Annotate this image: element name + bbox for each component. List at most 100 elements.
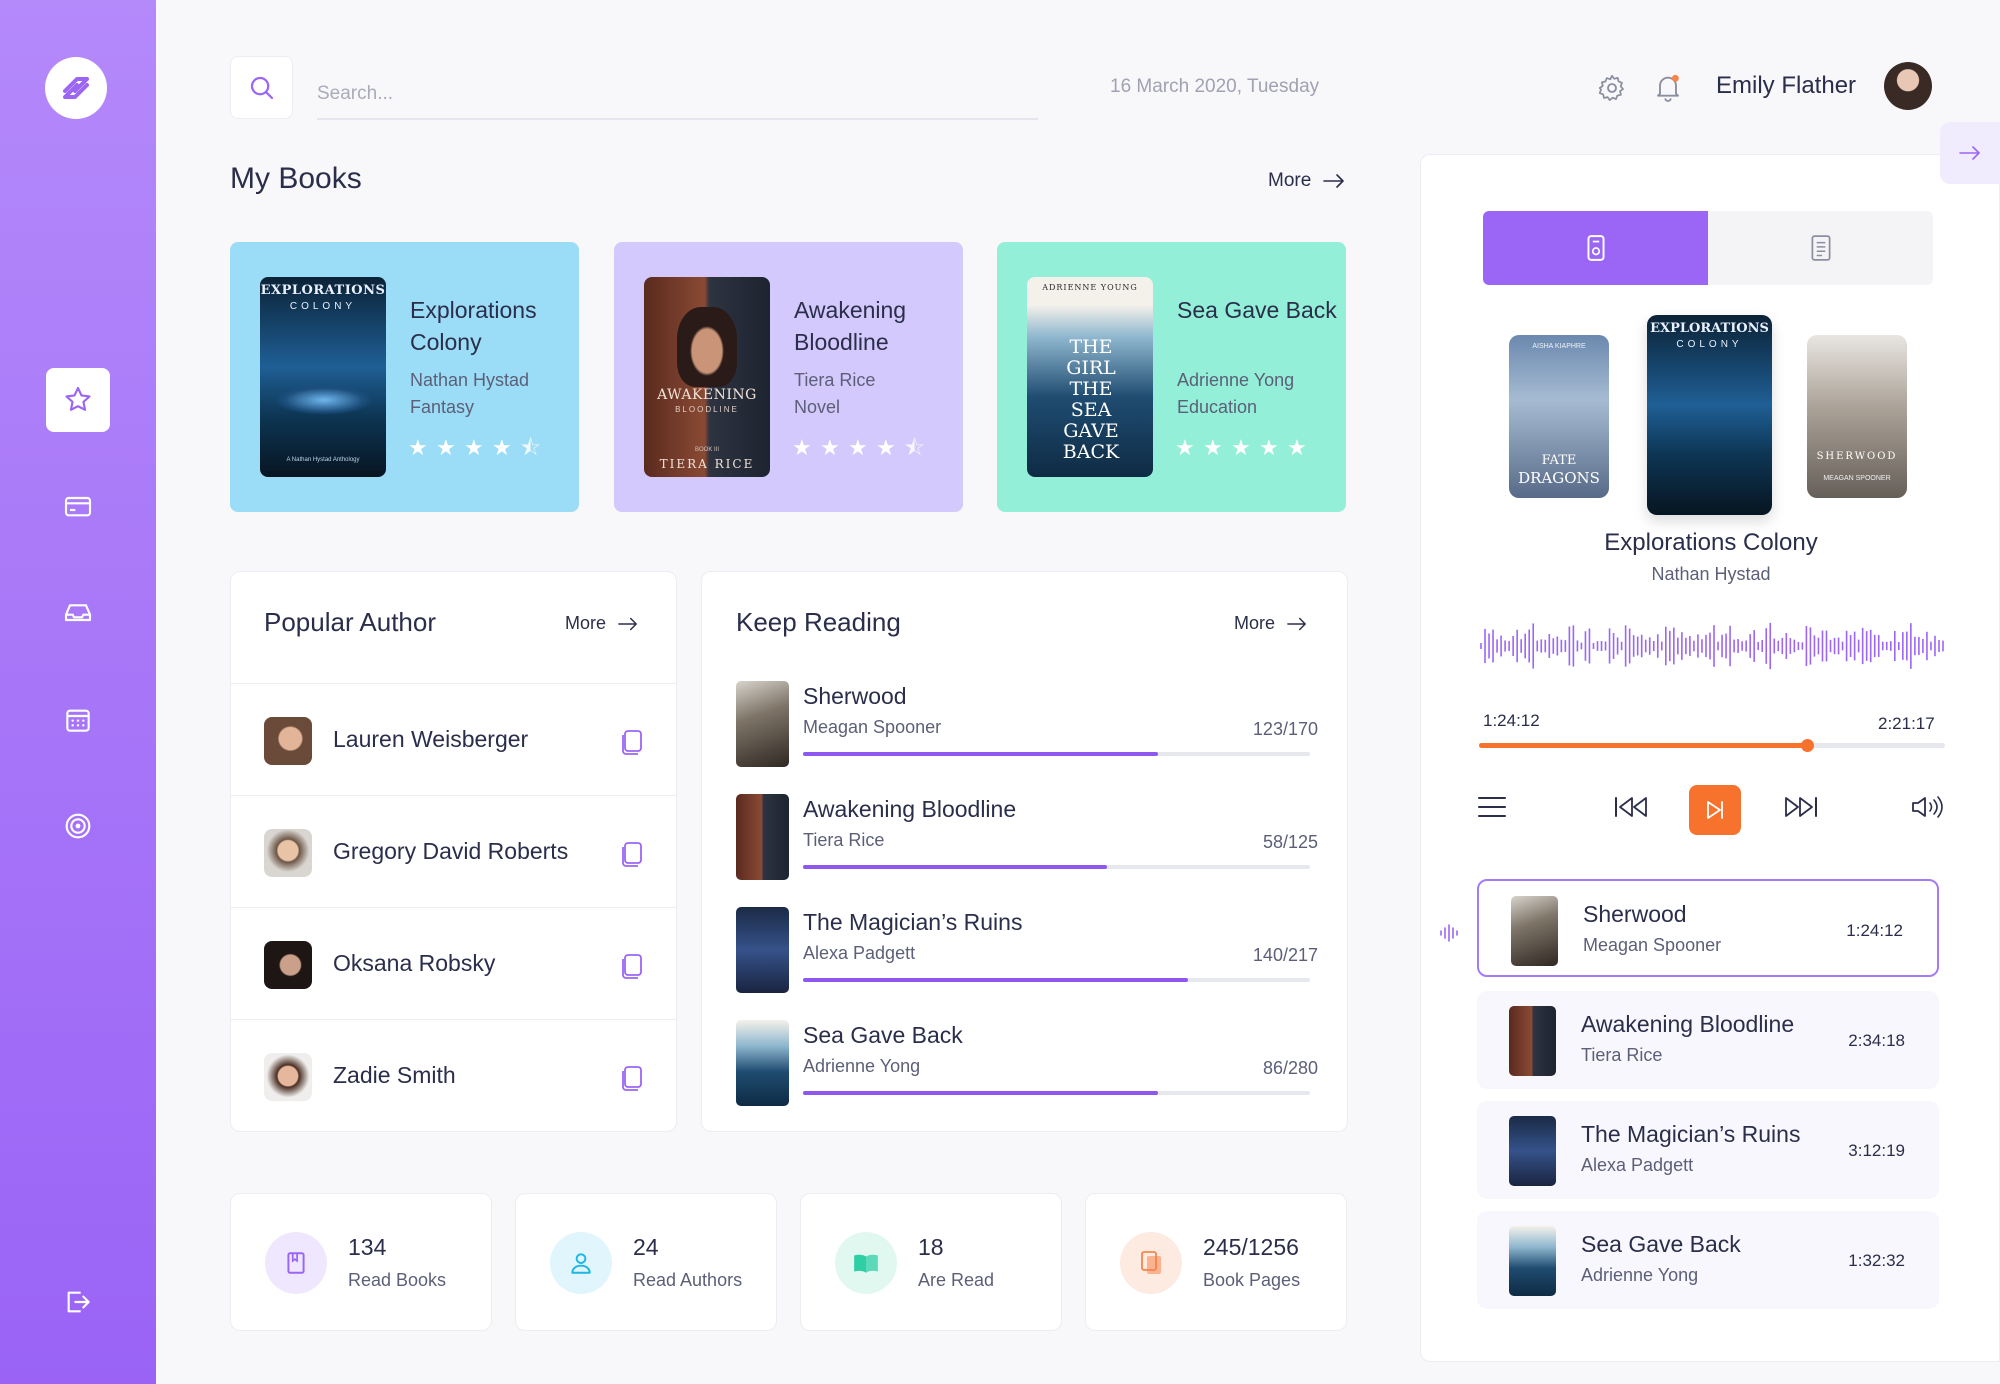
logout-button[interactable] [46,1270,110,1334]
book-card[interactable]: ADRIENNE YOUNG THE GIRL THE SEA GAVE BAC… [997,242,1346,512]
cover-title: AWAKENING [657,387,757,403]
stat-card: 18 Are Read [800,1193,1062,1331]
playlist-item[interactable]: Sherwood Meagan Spooner 1:24:12 [1477,879,1939,977]
more-label: More [1268,170,1312,191]
reading-title: Sherwood [803,683,907,709]
reading-cover [736,681,789,767]
user-avatar[interactable] [1884,62,1932,110]
reading-item[interactable]: The Magician’s Ruins Alexa Padgett 140/2… [736,907,1318,1019]
cover-title: SHERWOOD [1816,451,1898,462]
playlist-item[interactable]: Awakening Bloodline Tiera Rice 2:34:18 [1477,991,1939,1089]
keep-reading-more-link[interactable]: More [1234,613,1307,634]
menu-icon [1478,797,1506,817]
my-books-title: My Books [230,162,362,195]
reading-progress-fill [803,1091,1158,1095]
stat-label: Book Pages [1203,1270,1301,1290]
playlist-item[interactable]: Sea Gave Back Adrienne Yong 1:32:32 [1477,1211,1939,1309]
stat-icon-wrap [1120,1232,1182,1294]
seek-bar-fill [1479,743,1807,748]
inbox-icon [64,604,92,622]
my-books-more-link[interactable]: More [1268,170,1345,192]
book-card[interactable]: EXPLORATIONS COLONY A Nathan Hystad Anth… [230,242,579,512]
card-icon [64,496,92,517]
cover-title: EXPLORATIONS [260,283,386,298]
previous-button[interactable] [1613,795,1649,824]
reading-item[interactable]: Sea Gave Back Adrienne Yong 86/280 [736,1020,1318,1132]
copy-icon[interactable] [619,1064,645,1092]
keep-reading-panel: Keep Reading More Sherwood Meagan Spoone… [701,571,1348,1132]
stat-icon-wrap [835,1232,897,1294]
copy-icon[interactable] [619,952,645,980]
tab-text[interactable] [1708,211,1933,285]
nav-favorites[interactable] [46,368,110,432]
play-pause-button[interactable] [1689,785,1741,835]
logout-icon [67,1291,90,1313]
star-icon: ★ [1231,435,1251,460]
arrow-right-icon [1323,174,1345,188]
author-row[interactable]: Lauren Weisberger [231,683,677,795]
elapsed-time: 1:24:12 [1483,711,1540,730]
star-icon: ★ [464,435,484,460]
seek-handle[interactable] [1800,739,1814,752]
carousel-cover[interactable]: AISHA KIAPHRE FATE DRAGONS [1509,335,1609,498]
star-icon [65,386,91,411]
carousel-cover-active[interactable]: EXPLORATIONS COLONY [1647,315,1772,515]
star-icon: ★ [1175,435,1195,460]
notifications-button[interactable] [1652,71,1684,108]
playlist-author: Tiera Rice [1581,1045,1663,1065]
cover-series: BOOK III [694,447,719,453]
cover-title: FATE [1541,453,1577,468]
user-name[interactable]: Emily Flather [1716,72,1856,100]
reading-progress-bar [803,1091,1310,1095]
cover-title-2: DRAGONS [1518,469,1600,487]
book-card[interactable]: AWAKENING BLOODLINE BOOK III TIERA RICE … [614,242,963,512]
expand-panel-button[interactable] [1940,122,2000,184]
seek-bar[interactable] [1479,739,1945,752]
reading-page-count: 123/170 [1252,719,1318,739]
more-label: More [1234,613,1276,633]
book-title: Sea Gave Back [1177,297,1337,323]
reading-author: Alexa Padgett [803,943,916,963]
nav-calendar[interactable] [46,688,110,752]
volume-button[interactable] [1911,795,1945,824]
cover-author: MEAGAN SPOONER [1823,475,1891,482]
author-row[interactable]: Oksana Robsky [231,907,677,1019]
author-name: Gregory David Roberts [333,838,569,864]
logo-icon [63,77,89,99]
playlist-duration: 2:34:18 [1848,1031,1905,1050]
settings-button[interactable] [1596,72,1628,109]
waveform[interactable] [1479,621,1945,671]
nav-inbox[interactable] [46,580,110,644]
stat-card: 24 Read Authors [515,1193,777,1331]
cover-author: AISHA KIAPHRE [1532,343,1586,350]
search-input[interactable] [317,70,1038,120]
star-icon: ★ [436,435,456,460]
stat-value: 134 [348,1234,387,1260]
book-author: Tiera Rice [794,370,876,390]
next-button[interactable] [1783,795,1819,824]
logo[interactable] [45,57,107,119]
star-icon: ★ [876,435,896,460]
reading-progress-fill [803,865,1108,869]
playlist-item[interactable]: The Magician’s Ruins Alexa Padgett 3:12:… [1477,1101,1939,1199]
carousel-cover[interactable]: SHERWOOD MEAGAN SPOONER [1807,335,1907,498]
reading-item[interactable]: Awakening Bloodline Tiera Rice 58/125 [736,794,1318,906]
reading-item[interactable]: Sherwood Meagan Spooner 123/170 [736,681,1318,793]
reading-author: Meagan Spooner [803,717,942,737]
copy-icon[interactable] [619,728,645,756]
copy-icon[interactable] [619,840,645,868]
nav-payments[interactable] [46,474,110,538]
author-row[interactable]: Gregory David Roberts [231,795,677,907]
playlist-title: Awakening Bloodline [1581,1011,1795,1037]
search-button[interactable] [230,56,293,119]
stat-value: 18 [918,1234,944,1260]
popular-author-more-link[interactable]: More [565,613,638,634]
playlist-toggle-button[interactable] [1477,795,1507,824]
rewind-icon [1615,797,1647,817]
nav-goals[interactable] [46,794,110,858]
tab-audio[interactable] [1483,211,1708,285]
cover-author: TIERA RICE [659,457,755,471]
author-name: Zadie Smith [333,1062,456,1088]
author-row[interactable]: Zadie Smith [231,1019,677,1131]
playlist-title: Sea Gave Back [1581,1231,1741,1257]
